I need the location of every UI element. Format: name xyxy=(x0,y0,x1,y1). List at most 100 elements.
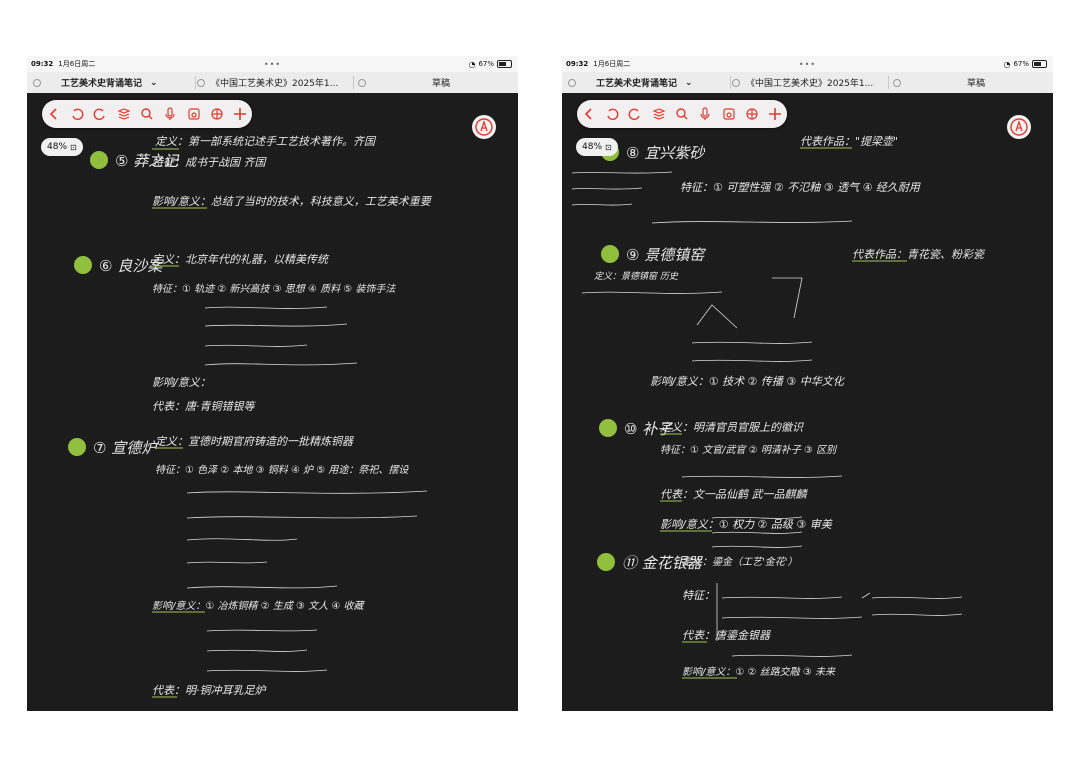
wifi-icon: ◔ xyxy=(1003,59,1011,69)
note-line: 影响/意义：总结了当时的技术，科技意义，工艺美术重要 xyxy=(152,195,433,208)
note-heading: ⑧ 宜兴紫砂 xyxy=(626,144,705,162)
search-icon[interactable] xyxy=(138,105,156,123)
battery-icon xyxy=(497,60,512,68)
multitask-dots-icon[interactable]: ••• xyxy=(799,60,816,69)
tab-label: 工艺美术史背诵笔记 xyxy=(61,79,143,89)
add-icon[interactable] xyxy=(231,105,249,123)
tab-notes[interactable]: 工艺美术史背诵笔记 ⌄ xyxy=(568,72,693,93)
tab-label: 草稿 xyxy=(967,79,986,89)
tab-textbook[interactable]: 《中国工艺美术史》2025年1... xyxy=(732,72,873,93)
globe-icon[interactable] xyxy=(208,105,226,123)
status-time: 09:32 xyxy=(566,60,589,68)
note-line: 特征：① 文官/武官 ② 明清补子 ③ 区别 xyxy=(660,444,838,456)
note-line: 代表：文一品仙鹤 武一品麒麟 xyxy=(660,488,808,501)
zoom-indicator[interactable]: 48% ⊡ xyxy=(41,138,83,156)
battery-percent: 67% xyxy=(1013,60,1029,68)
scribble-lines xyxy=(204,306,358,366)
image-icon[interactable] xyxy=(185,105,203,123)
tab-bar: 工艺美术史背诵笔记 ⌄ 《中国工艺美术史》2025年1... 草稿 xyxy=(562,72,1053,94)
tab-close-icon[interactable] xyxy=(732,78,740,87)
zoom-indicator[interactable]: 48% ⊡ xyxy=(576,138,618,156)
note-line: 定义：宣德时期官府铸造的一批精炼铜器 xyxy=(155,435,354,448)
handwriting-layer: ⑤ 莽之记 定义：第一部系统记述手工艺技术著作。齐国 特征：成书于战国 齐国 影… xyxy=(68,135,433,698)
tab-label: 草稿 xyxy=(432,79,451,89)
green-underlines xyxy=(152,148,207,698)
pencil-mode-button[interactable] xyxy=(1007,115,1031,139)
tab-notes[interactable]: 工艺美术史背诵笔记 ⌄ xyxy=(33,72,158,93)
pencil-icon xyxy=(1010,118,1028,136)
tab-close-icon[interactable] xyxy=(568,78,576,87)
screenshot-right: 09:32 1月6日周二 ••• ◔ 67% 工艺美术史背诵笔记 ⌄ 《中国工艺… xyxy=(562,56,1053,711)
note-line: 影响/意义：① 技术 ② 传播 ③ 中华文化 xyxy=(650,375,846,388)
tab-close-icon[interactable] xyxy=(893,78,901,87)
redo-icon[interactable] xyxy=(91,105,109,123)
search-icon[interactable] xyxy=(673,105,691,123)
note-line: 代表：唐鎏金银器 xyxy=(682,629,771,642)
note-canvas[interactable]: ⑧ 宜兴紫砂 代表作品："提梁壶" 特征：① 可塑性强 ② 不氾釉 ③ 透气 ④… xyxy=(562,93,1053,711)
tab-bar: 工艺美术史背诵笔记 ⌄ 《中国工艺美术史》2025年1... 草稿 xyxy=(27,72,518,94)
battery-icon xyxy=(1032,60,1047,68)
battery-percent: 67% xyxy=(478,60,494,68)
microphone-icon[interactable] xyxy=(696,105,714,123)
scribble-lines xyxy=(681,475,843,548)
image-icon[interactable] xyxy=(720,105,738,123)
tab-divider xyxy=(888,76,889,89)
status-date: 1月6日周二 xyxy=(593,60,631,68)
note-line: 影响/意义：① 权力 ② 品级 ③ 审美 xyxy=(660,518,833,531)
note-line: 特征：① 轨迹 ② 新兴高技 ③ 思想 ④ 质料 ⑤ 装饰手法 xyxy=(152,283,396,295)
tab-label: 《中国工艺美术史》2025年1... xyxy=(746,79,874,89)
back-icon[interactable] xyxy=(580,105,598,123)
tab-divider xyxy=(195,76,196,89)
note-line: 影响/意义：① 冶炼铜精 ② 生成 ③ 文人 ④ 收藏 xyxy=(152,600,365,612)
tab-draft[interactable]: 草稿 xyxy=(358,72,450,93)
number-badge xyxy=(90,151,108,169)
chevron-down-icon[interactable]: ⌄ xyxy=(150,78,158,88)
scribble-lines xyxy=(206,629,328,672)
globe-icon[interactable] xyxy=(743,105,761,123)
back-icon[interactable] xyxy=(45,105,63,123)
note-line: 定义：景德镇窑 历史 xyxy=(594,271,679,282)
tab-close-icon[interactable] xyxy=(358,78,366,87)
add-icon[interactable] xyxy=(766,105,784,123)
note-line: 特征：① 色泽 ② 本地 ③ 铜料 ④ 炉 ⑤ 用途：祭祀、摆设 xyxy=(155,464,409,476)
tab-label: 《中国工艺美术史》2025年1... xyxy=(211,79,339,89)
status-bar: 09:32 1月6日周二 ••• ◔ 67% xyxy=(27,56,518,72)
tab-close-icon[interactable] xyxy=(197,78,205,87)
note-line: 代表：明·铜冲耳乳足炉 xyxy=(152,684,267,697)
redo-icon[interactable] xyxy=(626,105,644,123)
note-line: 特征： xyxy=(682,589,715,602)
tab-draft[interactable]: 草稿 xyxy=(893,72,985,93)
chevron-down-icon[interactable]: ⌄ xyxy=(685,78,693,88)
screenshot-left: 09:32 1月6日周二 ••• ◔ 67% 工艺美术史背诵笔记 ⌄ 《中国工艺… xyxy=(27,56,518,711)
note-line: 定义：鎏金（工艺'金花'） xyxy=(682,556,798,568)
drawing-toolbar xyxy=(577,100,787,128)
undo-icon[interactable] xyxy=(603,105,621,123)
tab-close-icon[interactable] xyxy=(33,78,41,87)
note-line: 定义：北京年代的礼器，以精美传统 xyxy=(152,253,330,266)
scribble-lines xyxy=(186,490,428,589)
note-canvas[interactable]: ⑤ 莽之记 定义：第一部系统记述手工艺技术著作。齐国 特征：成书于战国 齐国 影… xyxy=(27,93,518,711)
microphone-icon[interactable] xyxy=(161,105,179,123)
status-time: 09:32 xyxy=(31,60,54,68)
multitask-dots-icon[interactable]: ••• xyxy=(264,60,281,69)
note-line: 定义：第一部系统记述手工艺技术著作。齐国 xyxy=(155,135,377,148)
undo-icon[interactable] xyxy=(68,105,86,123)
tab-divider xyxy=(730,76,731,89)
pencil-mode-button[interactable] xyxy=(472,115,496,139)
number-badge xyxy=(68,438,86,456)
status-bar: 09:32 1月6日周二 ••• ◔ 67% xyxy=(562,56,1053,72)
handwriting-layer: ⑧ 宜兴紫砂 代表作品："提梁壶" 特征：① 可塑性强 ② 不氾釉 ③ 透气 ④… xyxy=(571,135,986,679)
tab-label: 工艺美术史背诵笔记 xyxy=(596,79,678,89)
scribble-lines xyxy=(571,171,853,224)
layers-icon[interactable] xyxy=(115,105,133,123)
note-line: 特征：① 可塑性强 ② 不氾釉 ③ 透气 ④ 经久耐用 xyxy=(680,181,921,194)
drawing-toolbar xyxy=(42,100,252,128)
note-line: 代表：唐·青铜错银等 xyxy=(152,400,256,413)
layers-icon[interactable] xyxy=(650,105,668,123)
note-line: 影响/意义： xyxy=(152,376,211,389)
tab-textbook[interactable]: 《中国工艺美术史》2025年1... xyxy=(197,72,338,93)
status-date: 1月6日周二 xyxy=(58,60,96,68)
note-line: 特征：成书于战国 齐国 xyxy=(152,156,267,169)
scribble-lines xyxy=(716,583,963,657)
pencil-icon xyxy=(475,118,493,136)
